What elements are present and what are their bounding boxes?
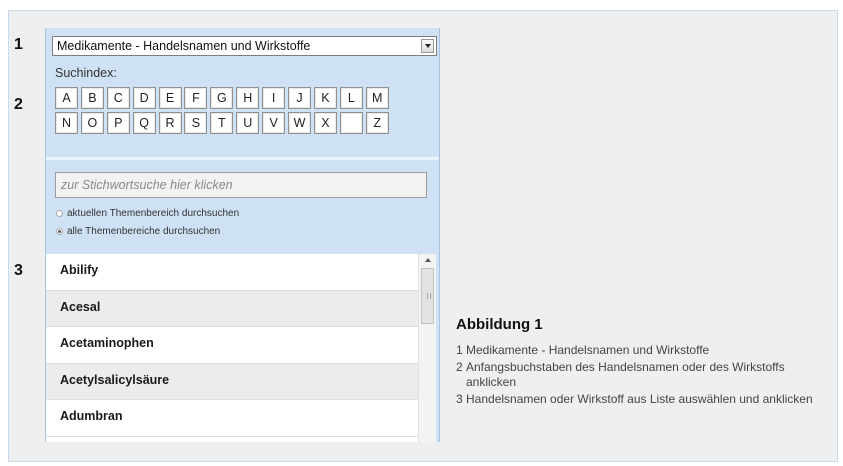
letter-button-b[interactable]: B: [80, 87, 104, 109]
letter-button-r[interactable]: R: [158, 112, 182, 134]
letter-button-t[interactable]: T: [210, 112, 234, 134]
letter-button-z[interactable]: Z: [365, 112, 389, 134]
letter-button-s[interactable]: S: [184, 112, 208, 134]
list-item[interactable]: Acesal: [46, 290, 418, 327]
list-item[interactable]: Acetylsalicylsäure: [46, 363, 418, 400]
letter-button-x[interactable]: X: [313, 112, 337, 134]
letter-index: A B C D E F G H I J K L M N O P Q R S T …: [55, 87, 435, 137]
chevron-down-icon[interactable]: [421, 39, 434, 53]
caption-item-number: 3: [456, 391, 463, 406]
scroll-thumb[interactable]: [421, 268, 434, 324]
list-scrollbar[interactable]: [418, 254, 436, 442]
letter-row-1: A B C D E F G H I J K L M: [55, 87, 435, 109]
marker-3: 3: [14, 262, 23, 279]
letter-button-empty: [339, 112, 363, 134]
letter-button-g[interactable]: G: [210, 87, 234, 109]
search-panel: Medikamente - Handelsnamen und Wirkstoff…: [45, 28, 440, 442]
marker-2: 2: [14, 96, 23, 113]
letter-button-u[interactable]: U: [236, 112, 260, 134]
letter-button-f[interactable]: F: [184, 87, 208, 109]
radio-all-topics-label: alle Themenbereiche durchsuchen: [67, 226, 221, 237]
letter-button-i[interactable]: I: [262, 87, 286, 109]
letter-button-p[interactable]: P: [106, 112, 130, 134]
radio-button-checked-icon[interactable]: [56, 228, 63, 235]
letter-button-h[interactable]: H: [236, 87, 260, 109]
list-item[interactable]: Adumbran: [46, 400, 418, 437]
caption-item: 2 Anfangsbuchstaben des Handelsnamen ode…: [456, 360, 836, 391]
radio-button-icon[interactable]: [56, 210, 63, 217]
caption-list: 1 Medikamente - Handelsnamen und Wirksto…: [456, 343, 836, 407]
letter-button-l[interactable]: L: [339, 87, 363, 109]
letter-button-d[interactable]: D: [132, 87, 156, 109]
caption-item-number: 2: [456, 359, 463, 374]
scroll-up-icon[interactable]: [425, 258, 431, 262]
result-list: Abilify Acesal Acetaminophen Acetylsalic…: [46, 254, 418, 442]
category-dropdown[interactable]: Medikamente - Handelsnamen und Wirkstoff…: [52, 36, 437, 56]
figure-caption: Abbildung 1 1 Medikamente - Handelsnamen…: [456, 316, 836, 408]
keyword-search-input[interactable]: zur Stichwortsuche hier klicken: [55, 172, 427, 198]
letter-button-e[interactable]: E: [158, 87, 182, 109]
category-dropdown-value: Medikamente - Handelsnamen und Wirkstoff…: [57, 39, 311, 53]
letter-button-q[interactable]: Q: [132, 112, 156, 134]
marker-1: 1: [14, 36, 23, 53]
caption-item-text: Anfangsbuchstaben des Handelsnamen oder …: [466, 359, 785, 390]
letter-button-j[interactable]: J: [288, 87, 312, 109]
caption-item-text: Medikamente - Handelsnamen und Wirkstoff…: [466, 343, 710, 357]
caption-item-text: Handelsnamen oder Wirkstoff aus Liste au…: [466, 391, 813, 406]
letter-button-m[interactable]: M: [365, 87, 389, 109]
caption-item-number: 1: [456, 343, 463, 357]
caption-title: Abbildung 1: [456, 316, 543, 333]
caption-item: 3 Handelsnamen oder Wirkstoff aus Liste …: [456, 392, 836, 408]
letter-button-n[interactable]: N: [55, 112, 78, 134]
letter-button-o[interactable]: O: [80, 112, 104, 134]
list-item[interactable]: Acetaminophen: [46, 327, 418, 364]
letter-row-2: N O P Q R S T U V W X Z: [55, 112, 435, 134]
section-divider: [46, 157, 439, 160]
letter-button-w[interactable]: W: [288, 112, 312, 134]
radio-current-topic-label: aktuellen Themenbereich durchsuchen: [67, 208, 240, 219]
suchindex-label: Suchindex:: [55, 66, 117, 80]
radio-all-topics[interactable]: alle Themenbereiche durchsuchen: [56, 226, 220, 237]
letter-button-a[interactable]: A: [55, 87, 78, 109]
caption-item: 1 Medikamente - Handelsnamen und Wirksto…: [456, 343, 836, 359]
list-item[interactable]: Abilify: [46, 254, 418, 291]
radio-current-topic[interactable]: aktuellen Themenbereich durchsuchen: [56, 208, 239, 219]
letter-button-v[interactable]: V: [262, 112, 286, 134]
letter-button-k[interactable]: K: [313, 87, 337, 109]
letter-button-c[interactable]: C: [106, 87, 130, 109]
